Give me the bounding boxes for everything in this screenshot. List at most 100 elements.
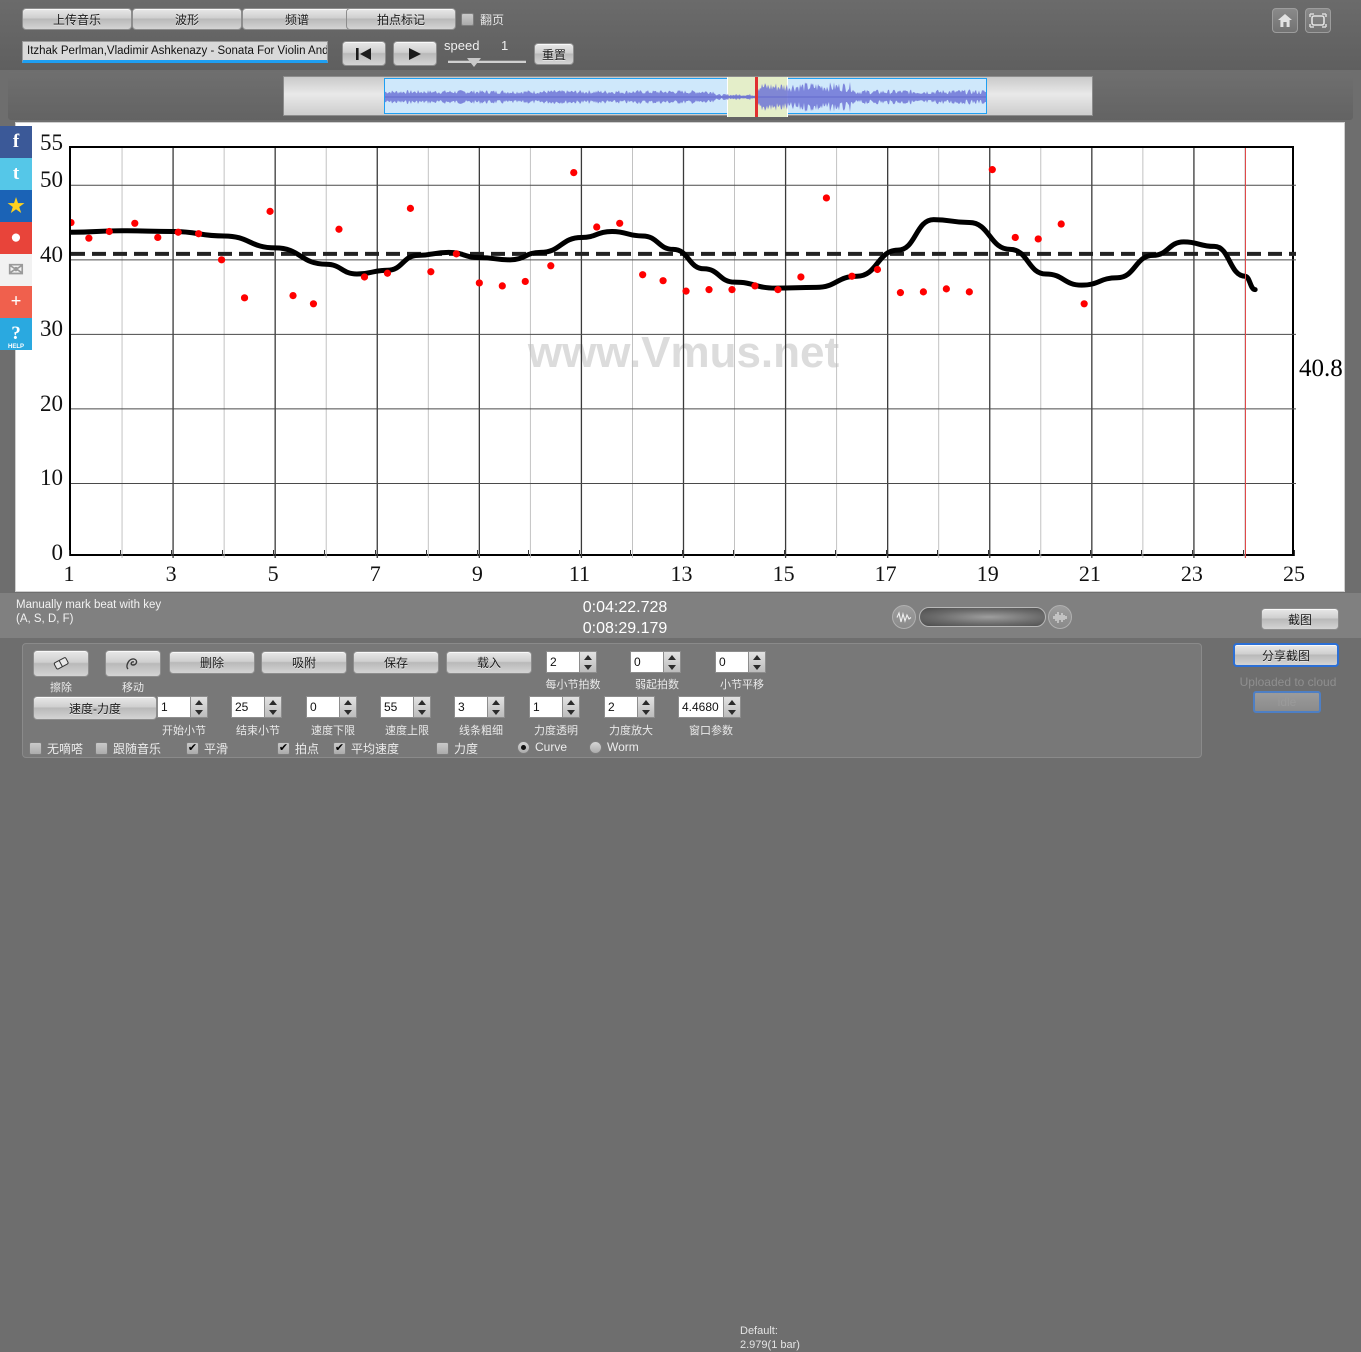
window-param-value[interactable]: 4.4680 bbox=[678, 696, 723, 718]
navigator-track[interactable] bbox=[283, 76, 1093, 117]
upload-music-button[interactable]: 上传音乐 bbox=[22, 8, 132, 30]
weibo-icon[interactable]: ● bbox=[0, 222, 32, 254]
end-bar-spinner[interactable]: 25 bbox=[231, 696, 282, 718]
window-param-spinner[interactable]: 4.4680 bbox=[678, 696, 741, 718]
help-icon[interactable]: ? HELP bbox=[0, 318, 32, 350]
dynamics-gain-stepper[interactable] bbox=[637, 696, 655, 718]
tempo-max-stepper[interactable] bbox=[413, 696, 431, 718]
tempo-min-stepper[interactable] bbox=[339, 696, 357, 718]
spectrum-button[interactable]: 频谱 bbox=[242, 8, 352, 30]
beat-point-2 bbox=[105, 227, 113, 236]
dynamics-opacity-stepper[interactable] bbox=[562, 696, 580, 718]
beats-checkbox[interactable] bbox=[277, 742, 290, 755]
move-tool[interactable] bbox=[105, 650, 161, 677]
dynamics-checkbox-group[interactable]: 力度 bbox=[436, 740, 478, 757]
x-minor-tick-8 bbox=[426, 550, 428, 556]
pickup-beats-value[interactable]: 0 bbox=[630, 651, 663, 673]
idle-button[interactable]: idle bbox=[1253, 691, 1321, 713]
bar-shift-spinner[interactable]: 0 bbox=[715, 651, 766, 673]
window-param-stepper[interactable] bbox=[723, 696, 741, 718]
worm-radio-group[interactable]: Worm bbox=[589, 740, 639, 754]
beat-point-31 bbox=[774, 286, 782, 294]
average-tempo-checkbox-group[interactable]: 平均速度 bbox=[333, 740, 399, 757]
navigator-playhead[interactable] bbox=[755, 77, 758, 117]
line-width-value[interactable]: 3 bbox=[454, 696, 487, 718]
average-tempo-checkbox[interactable] bbox=[333, 742, 346, 755]
follow-music-checkbox[interactable] bbox=[95, 742, 108, 755]
pickup-beats-spinner[interactable]: 0 bbox=[630, 651, 681, 673]
volume-control[interactable] bbox=[892, 605, 1072, 629]
page-turn-checkbox[interactable] bbox=[461, 12, 474, 26]
fullscreen-icon[interactable] bbox=[1305, 8, 1331, 33]
no-tick-checkbox-group[interactable]: 无嘀嗒 bbox=[29, 740, 83, 757]
tempo-plot-area[interactable]: www.Vmus.net bbox=[69, 146, 1296, 558]
curve-radio-group[interactable]: Curve bbox=[517, 740, 567, 754]
beats-per-bar-stepper[interactable] bbox=[579, 651, 597, 673]
facebook-icon[interactable]: f bbox=[0, 126, 32, 158]
delete-button[interactable]: 删除 bbox=[169, 651, 255, 674]
rewind-button[interactable] bbox=[342, 41, 386, 66]
share-screenshot-button[interactable]: 分享截图 bbox=[1233, 643, 1339, 667]
play-button[interactable] bbox=[393, 41, 437, 66]
song-title-field[interactable]: Itzhak Perlman,Vladimir Ashkenazy - Sona… bbox=[22, 41, 328, 63]
save-label: 保存 bbox=[383, 656, 408, 670]
share-plus-icon[interactable]: + bbox=[0, 286, 32, 318]
dynamics-checkbox[interactable] bbox=[436, 742, 449, 755]
waveform-small-icon[interactable] bbox=[892, 605, 916, 629]
start-bar-spinner[interactable]: 1 bbox=[157, 696, 208, 718]
default-note-line2: 2.979(1 bar) bbox=[740, 1339, 800, 1351]
twitter-icon[interactable]: t bbox=[0, 158, 32, 190]
tempo-min-spinner[interactable]: 0 bbox=[306, 696, 357, 718]
save-button[interactable]: 保存 bbox=[353, 651, 439, 674]
speed-slider-track[interactable] bbox=[448, 60, 526, 63]
line-width-stepper[interactable] bbox=[487, 696, 505, 718]
waveform-dense-icon[interactable] bbox=[1048, 605, 1072, 629]
beats-per-bar-value[interactable]: 2 bbox=[546, 651, 579, 673]
beat-point-20 bbox=[521, 277, 529, 286]
smooth-checkbox[interactable] bbox=[186, 742, 199, 755]
speed-slider-thumb[interactable] bbox=[467, 58, 481, 67]
page-turn-checkbox-group[interactable]: 翻页 bbox=[461, 10, 504, 28]
reset-button[interactable]: 重置 bbox=[534, 43, 574, 65]
volume-slider[interactable] bbox=[919, 607, 1046, 627]
bar-shift-stepper[interactable] bbox=[748, 651, 766, 673]
social-share-rail[interactable]: f t ★ ● ✉ +? HELP bbox=[0, 126, 32, 350]
snap-button[interactable]: 吸附 bbox=[261, 651, 347, 674]
dynamics-gain-value[interactable]: 2 bbox=[604, 696, 637, 718]
waveform-button[interactable]: 波形 bbox=[132, 8, 242, 30]
eraser-tool[interactable] bbox=[33, 650, 89, 677]
tempo-max-value[interactable]: 55 bbox=[380, 696, 413, 718]
beat-point-35 bbox=[873, 265, 882, 274]
curve-radio[interactable] bbox=[517, 740, 530, 754]
y-tick-20: 20 bbox=[40, 390, 63, 416]
follow-music-checkbox-group[interactable]: 跟随音乐 bbox=[95, 740, 161, 757]
tempo-dynamics-button[interactable]: 速度-力度 bbox=[33, 696, 157, 720]
email-icon[interactable]: ✉ bbox=[0, 254, 32, 286]
end-bar-value[interactable]: 25 bbox=[231, 696, 264, 718]
start-bar-value[interactable]: 1 bbox=[157, 696, 190, 718]
worm-radio[interactable] bbox=[589, 740, 602, 754]
idle-label: idle bbox=[1277, 695, 1297, 709]
screenshot-button[interactable]: 截图 bbox=[1261, 608, 1339, 630]
end-bar-stepper[interactable] bbox=[264, 696, 282, 718]
pickup-beats-stepper[interactable] bbox=[663, 651, 681, 673]
dynamics-opacity-value[interactable]: 1 bbox=[529, 696, 562, 718]
beat-marker-button[interactable]: 拍点标记 bbox=[346, 8, 456, 30]
home-icon[interactable] bbox=[1272, 8, 1298, 33]
smooth-checkbox-group[interactable]: 平滑 bbox=[186, 740, 228, 757]
x-minor-tick-20 bbox=[1038, 550, 1040, 556]
qzone-star-icon[interactable]: ★ bbox=[0, 190, 32, 222]
playback-cursor[interactable] bbox=[1244, 148, 1246, 558]
dynamics-opacity-spinner[interactable]: 1 bbox=[529, 696, 580, 718]
line-width-spinner[interactable]: 3 bbox=[454, 696, 505, 718]
beats-checkbox-group[interactable]: 拍点 bbox=[277, 740, 319, 757]
waveform-navigator[interactable] bbox=[8, 72, 1353, 120]
dynamics-gain-spinner[interactable]: 2 bbox=[604, 696, 655, 718]
no-tick-checkbox[interactable] bbox=[29, 742, 42, 755]
tempo-min-value[interactable]: 0 bbox=[306, 696, 339, 718]
start-bar-stepper[interactable] bbox=[190, 696, 208, 718]
beats-per-bar-spinner[interactable]: 2 bbox=[546, 651, 597, 673]
bar-shift-value[interactable]: 0 bbox=[715, 651, 748, 673]
tempo-max-spinner[interactable]: 55 bbox=[380, 696, 431, 718]
load-button[interactable]: 载入 bbox=[446, 651, 532, 674]
